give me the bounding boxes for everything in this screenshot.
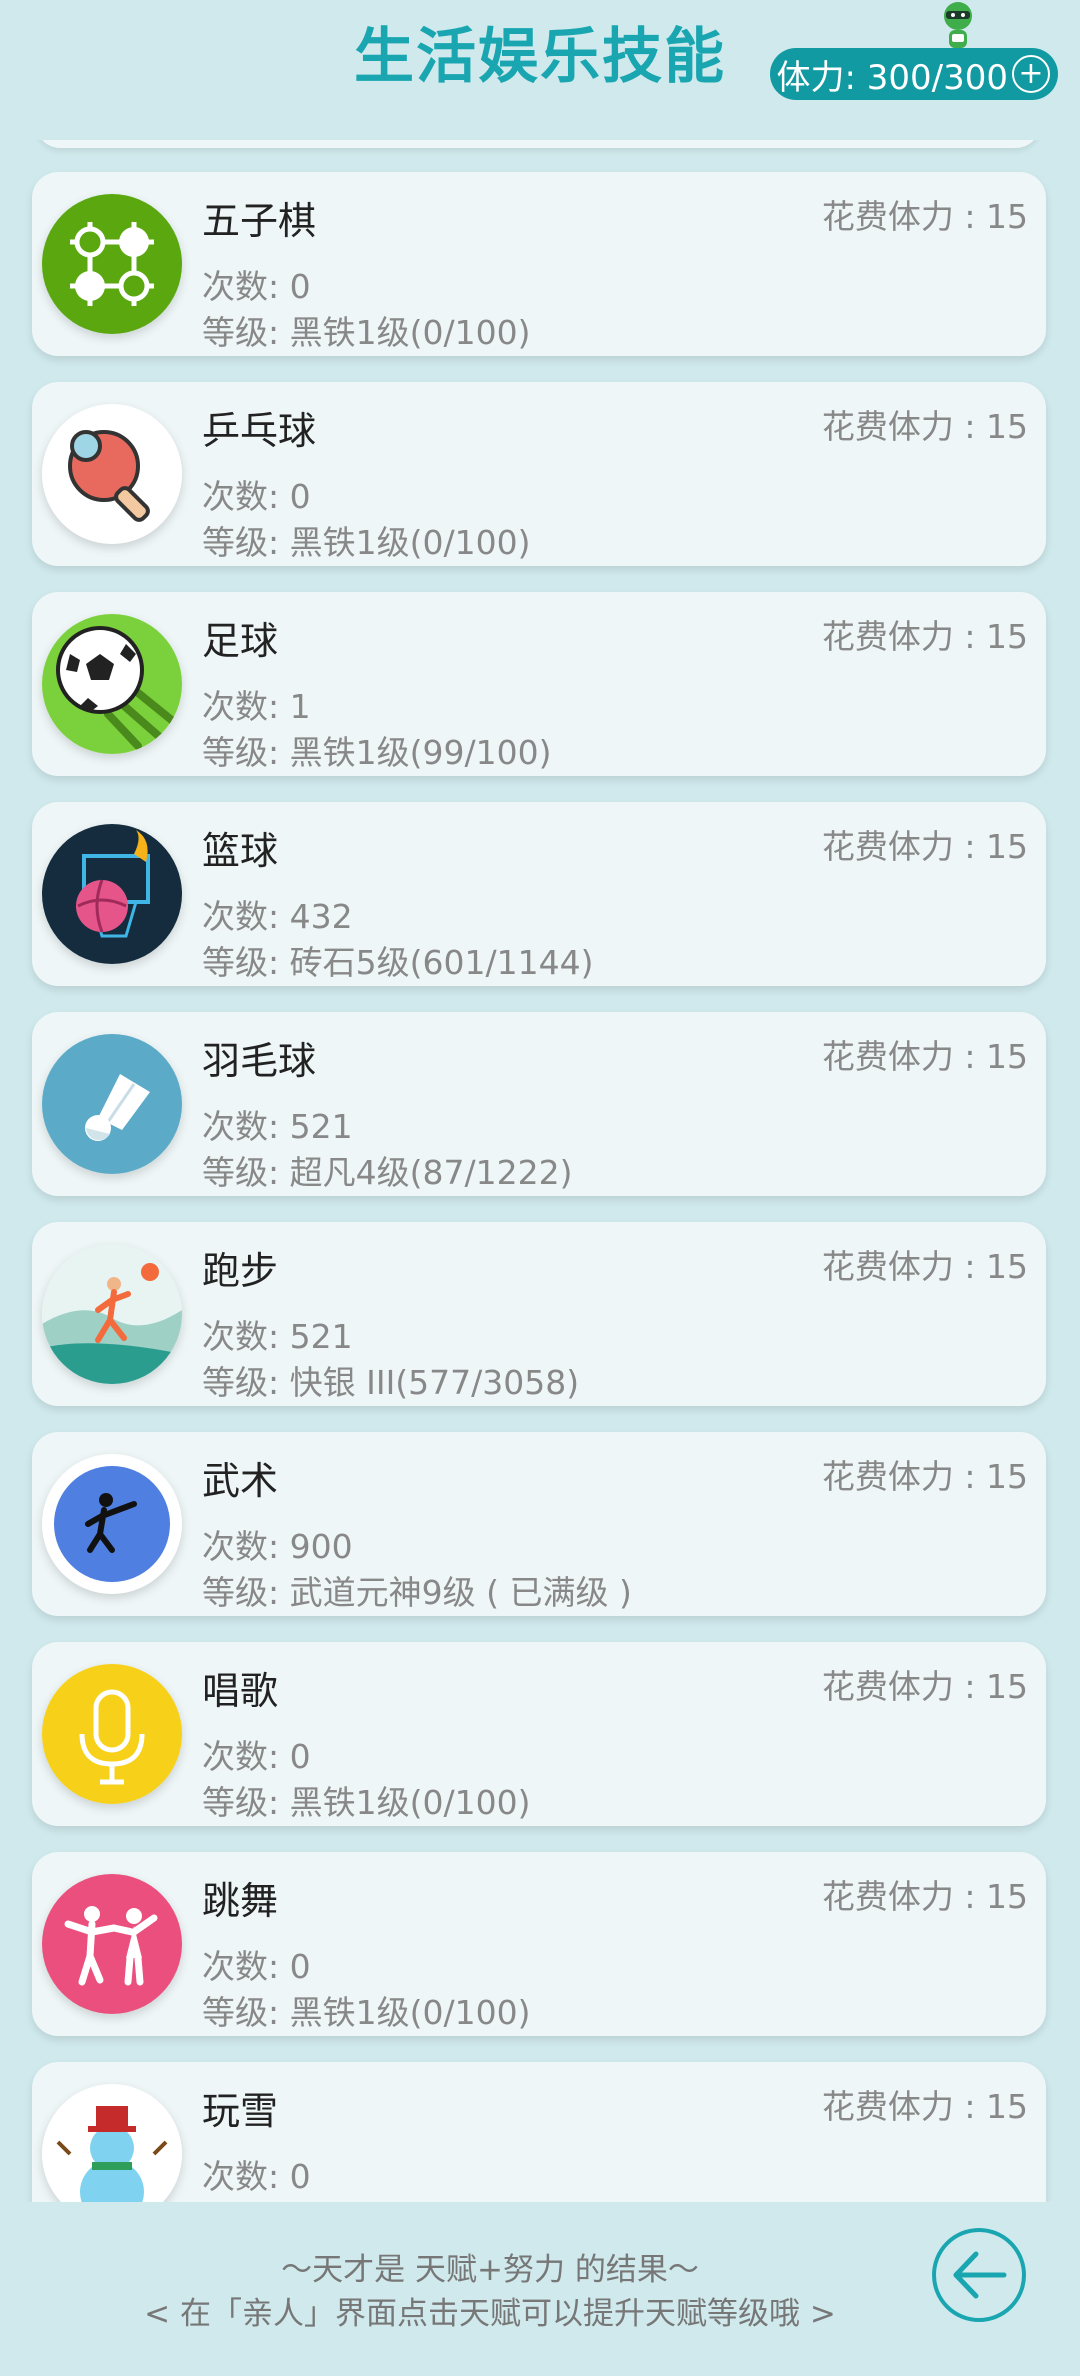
skill-level: 等级: 黑铁1级(0/100) <box>202 523 531 562</box>
soccer-icon <box>42 614 182 754</box>
ping-pong-icon <box>42 404 182 544</box>
skill-name: 武术 <box>202 1459 279 1503</box>
dance-icon <box>42 1874 182 2014</box>
skill-cost: 花费体力 : 15 <box>821 197 1028 236</box>
skill-count: 次数: 521 <box>202 1317 353 1356</box>
skill-card-gomoku[interactable]: 五子棋 花费体力 : 15 次数: 0 等级: 黑铁1级(0/100) <box>32 172 1046 356</box>
martial-arts-icon <box>42 1454 182 1594</box>
basketball-icon <box>42 824 182 964</box>
skill-level: 等级: 黑铁1级(99/100) <box>202 733 552 772</box>
skill-card-basketball[interactable]: 篮球 花费体力 : 15 次数: 432 等级: 砖石5级(601/1144) <box>32 802 1046 986</box>
skill-count: 次数: 432 <box>202 897 353 936</box>
mascot-icon <box>944 2 972 48</box>
skill-name: 唱歌 <box>202 1669 279 1713</box>
skill-cost: 花费体力 : 15 <box>821 1037 1028 1076</box>
skill-count: 次数: 1 <box>202 687 311 726</box>
skill-level: 等级: 武道元神9级 ( 已满级 ) <box>202 1573 632 1612</box>
stamina-label: 体力: 300/300 <box>776 57 1008 98</box>
running-icon <box>42 1244 182 1384</box>
skill-card-dance[interactable]: 跳舞 花费体力 : 15 次数: 0 等级: 黑铁1级(0/100) <box>32 1852 1046 2036</box>
skill-card-badminton[interactable]: 羽毛球 花费体力 : 15 次数: 521 等级: 超凡4级(87/1222) <box>32 1012 1046 1196</box>
skill-name: 羽毛球 <box>202 1039 317 1083</box>
footer-bar: 〜天才是 天赋+努力 的结果〜 < 在「亲人」界面点击天赋可以提升天赋等级哦 > <box>0 2202 1080 2376</box>
skill-name: 跑步 <box>202 1249 279 1293</box>
skill-level: 等级: 黑铁1级(0/100) <box>202 1993 531 2032</box>
skill-card-soccer[interactable]: 足球 花费体力 : 15 次数: 1 等级: 黑铁1级(99/100) <box>32 592 1046 776</box>
skill-name: 跳舞 <box>202 1879 279 1923</box>
previous-card-edge <box>36 140 1040 148</box>
add-stamina-icon[interactable]: + <box>1012 55 1050 93</box>
skill-cost: 花费体力 : 15 <box>821 2087 1028 2126</box>
header-bar: 生活娱乐技能 体力: 300/300 + <box>0 0 1080 140</box>
skill-level: 等级: 砖石5级(601/1144) <box>202 943 594 982</box>
skill-cost: 花费体力 : 15 <box>821 407 1028 446</box>
stamina-display[interactable]: 体力: 300/300 + <box>770 48 1058 100</box>
skill-name: 玩雪 <box>202 2089 279 2133</box>
gomoku-icon <box>42 194 182 334</box>
microphone-icon <box>42 1664 182 1804</box>
skill-level: 等级: 黑铁1级(0/100) <box>202 313 531 352</box>
skill-name: 五子棋 <box>202 199 317 243</box>
skill-cost: 花费体力 : 15 <box>821 1877 1028 1916</box>
skill-level: 等级: 黑铁1级(0/100) <box>202 1783 531 1822</box>
skill-count: 次数: 900 <box>202 1527 353 1566</box>
skill-card-martial-arts[interactable]: 武术 花费体力 : 15 次数: 900 等级: 武道元神9级 ( 已满级 ) <box>32 1432 1046 1616</box>
skill-cost: 花费体力 : 15 <box>821 1247 1028 1286</box>
skill-list[interactable]: 五子棋 花费体力 : 15 次数: 0 等级: 黑铁1级(0/100) 乒乓球 … <box>0 140 1080 2202</box>
back-arrow-icon[interactable] <box>930 2226 1028 2324</box>
badminton-icon <box>42 1034 182 1174</box>
skill-cost: 花费体力 : 15 <box>821 617 1028 656</box>
skill-cost: 花费体力 : 15 <box>821 1457 1028 1496</box>
skill-level: 等级: 快银 III(577/3058) <box>202 1363 580 1402</box>
skill-count: 次数: 0 <box>202 1737 311 1776</box>
skill-card-ping-pong[interactable]: 乒乓球 花费体力 : 15 次数: 0 等级: 黑铁1级(0/100) <box>32 382 1046 566</box>
snowman-icon <box>42 2084 182 2202</box>
skill-level: 等级: 超凡4级(87/1222) <box>202 1153 573 1192</box>
tip-line-1: 〜天才是 天赋+努力 的结果〜 <box>281 2252 699 2288</box>
skill-count: 次数: 0 <box>202 1947 311 1986</box>
skill-name: 乒乓球 <box>202 409 317 453</box>
tip-line-2: < 在「亲人」界面点击天赋可以提升天赋等级哦 > <box>144 2296 836 2332</box>
skill-count: 次数: 0 <box>202 477 311 516</box>
skill-name: 足球 <box>202 619 279 663</box>
skill-card-running[interactable]: 跑步 花费体力 : 15 次数: 521 等级: 快银 III(577/3058… <box>32 1222 1046 1406</box>
skill-cost: 花费体力 : 15 <box>821 1667 1028 1706</box>
skill-name: 篮球 <box>202 829 279 873</box>
skill-count: 次数: 521 <box>202 1107 353 1146</box>
skill-count: 次数: 0 <box>202 2157 311 2196</box>
skill-card-snow[interactable]: 玩雪 花费体力 : 15 次数: 0 <box>32 2062 1046 2202</box>
skill-count: 次数: 0 <box>202 267 311 306</box>
skill-card-singing[interactable]: 唱歌 花费体力 : 15 次数: 0 等级: 黑铁1级(0/100) <box>32 1642 1046 1826</box>
skill-cost: 花费体力 : 15 <box>821 827 1028 866</box>
